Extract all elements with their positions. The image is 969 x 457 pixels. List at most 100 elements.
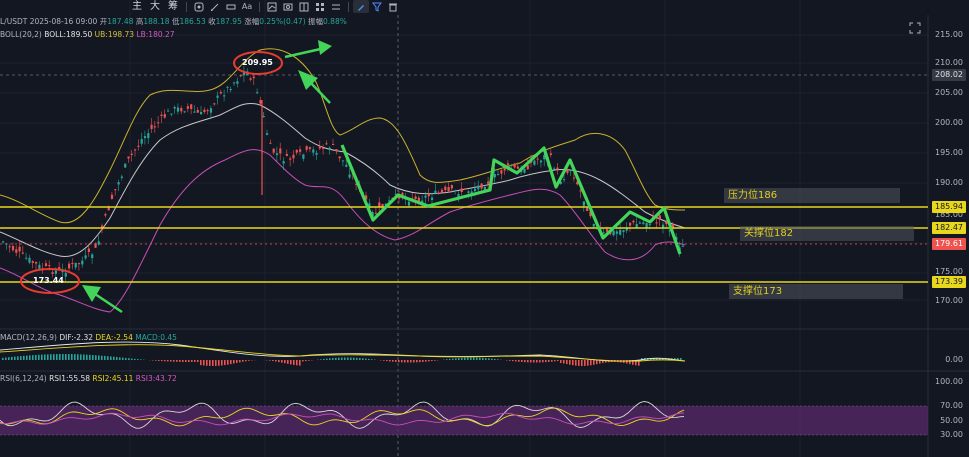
candle-body <box>279 148 282 154</box>
candle-body <box>460 188 463 192</box>
amp-value: 0.88% <box>323 17 347 26</box>
candle-body <box>431 197 434 201</box>
candle-body <box>533 160 536 165</box>
screenshot-icon[interactable] <box>280 0 296 13</box>
candle-body <box>629 222 632 226</box>
macd-bar <box>80 354 82 360</box>
macd-bar <box>362 358 364 360</box>
macd-bar <box>167 360 169 362</box>
fullscreen-icon[interactable] <box>909 19 921 38</box>
text-icon[interactable]: Aa <box>239 0 255 13</box>
macd-bar <box>56 354 58 360</box>
candle-body <box>642 222 645 224</box>
macd-bar <box>218 360 220 366</box>
macd-bar <box>584 360 586 366</box>
macd-bar <box>419 360 421 363</box>
candle-body <box>655 222 658 224</box>
settings-list-icon[interactable] <box>328 0 344 13</box>
macd-bar <box>191 360 193 362</box>
macd-bar <box>461 357 463 360</box>
candle-body <box>328 147 331 150</box>
candle-body <box>117 182 120 185</box>
macd-bar <box>509 360 511 361</box>
macd-bar <box>446 359 448 360</box>
symbol-label: L/USDT <box>0 17 28 26</box>
macd-bar <box>494 358 496 360</box>
grid-icon[interactable] <box>312 0 328 13</box>
macd-bar <box>398 360 400 363</box>
macd-bar <box>533 360 535 363</box>
macd-bar <box>278 360 280 363</box>
filter-icon[interactable] <box>369 0 385 13</box>
macd-bar <box>134 358 136 360</box>
candle-body <box>147 133 150 139</box>
candle-body <box>114 189 117 191</box>
candle-body <box>157 122 160 124</box>
candle-body <box>345 164 348 167</box>
macd-bar <box>428 360 430 362</box>
change-value: 0.25%(0.47) <box>259 17 306 26</box>
macd-bar <box>452 358 454 360</box>
toolbar-large[interactable]: 大 <box>146 0 164 13</box>
macd-bar <box>248 360 250 361</box>
macd-axis-zero: 0.00 <box>945 355 963 364</box>
macd-bar <box>449 358 451 360</box>
candle-body <box>569 170 572 172</box>
candle-body <box>322 147 325 149</box>
macd-bar <box>38 354 40 360</box>
candle-body <box>619 229 622 235</box>
indicator-icon[interactable] <box>264 0 280 13</box>
macd-bar <box>50 354 52 360</box>
candle-body <box>299 149 302 152</box>
macd-bar <box>464 357 466 360</box>
candle-body <box>315 152 318 155</box>
candle-body <box>74 262 77 268</box>
macd-bar <box>299 360 301 366</box>
macd-bar <box>467 357 469 360</box>
ruler-icon[interactable] <box>223 0 239 13</box>
current-price-tag: 208.02 <box>932 69 966 81</box>
macd-bar <box>212 360 214 366</box>
close-value: 187.95 <box>215 17 242 26</box>
macd-bar <box>98 355 100 360</box>
macd-bar <box>566 360 568 365</box>
candle-body <box>170 113 173 115</box>
layout-icon[interactable] <box>296 0 312 13</box>
candle-body <box>454 190 457 192</box>
macd-bar <box>8 357 10 360</box>
macd-bar <box>44 354 46 360</box>
macd-bar <box>35 354 37 360</box>
drawing-icon[interactable] <box>207 0 223 13</box>
trash-icon[interactable] <box>385 0 401 13</box>
datetime-label: 2025-08-16 09:00 <box>29 17 98 26</box>
candle-body <box>493 173 496 178</box>
candle-body <box>325 143 328 145</box>
macd-bar <box>356 357 358 360</box>
macd-bar <box>371 359 373 360</box>
macd-bar <box>179 360 181 362</box>
toolbar-main[interactable]: 主 <box>128 0 146 13</box>
candle-body <box>563 179 566 181</box>
candle-body <box>332 144 335 146</box>
candle-body <box>233 82 236 84</box>
brush-icon[interactable] <box>353 0 369 13</box>
macd-bar <box>593 360 595 365</box>
candle-body <box>183 111 186 113</box>
candle-body <box>229 88 232 91</box>
macd-bar <box>104 355 106 360</box>
macd-bar <box>182 360 184 362</box>
candle-body <box>213 103 216 105</box>
macd-bar <box>128 358 130 360</box>
chart-style-icon[interactable] <box>191 0 207 13</box>
toolbar-chips[interactable]: 筹 <box>164 0 182 13</box>
macd-bar <box>368 358 370 360</box>
macd-bar <box>68 354 70 360</box>
candle-body <box>2 241 5 243</box>
macd-bar <box>164 360 166 362</box>
candle-body <box>318 145 321 149</box>
candle-body <box>196 109 199 113</box>
macd-bar <box>563 360 565 364</box>
macd-bar <box>323 358 325 360</box>
macd-bar <box>155 360 157 361</box>
macd-bar <box>242 360 244 362</box>
